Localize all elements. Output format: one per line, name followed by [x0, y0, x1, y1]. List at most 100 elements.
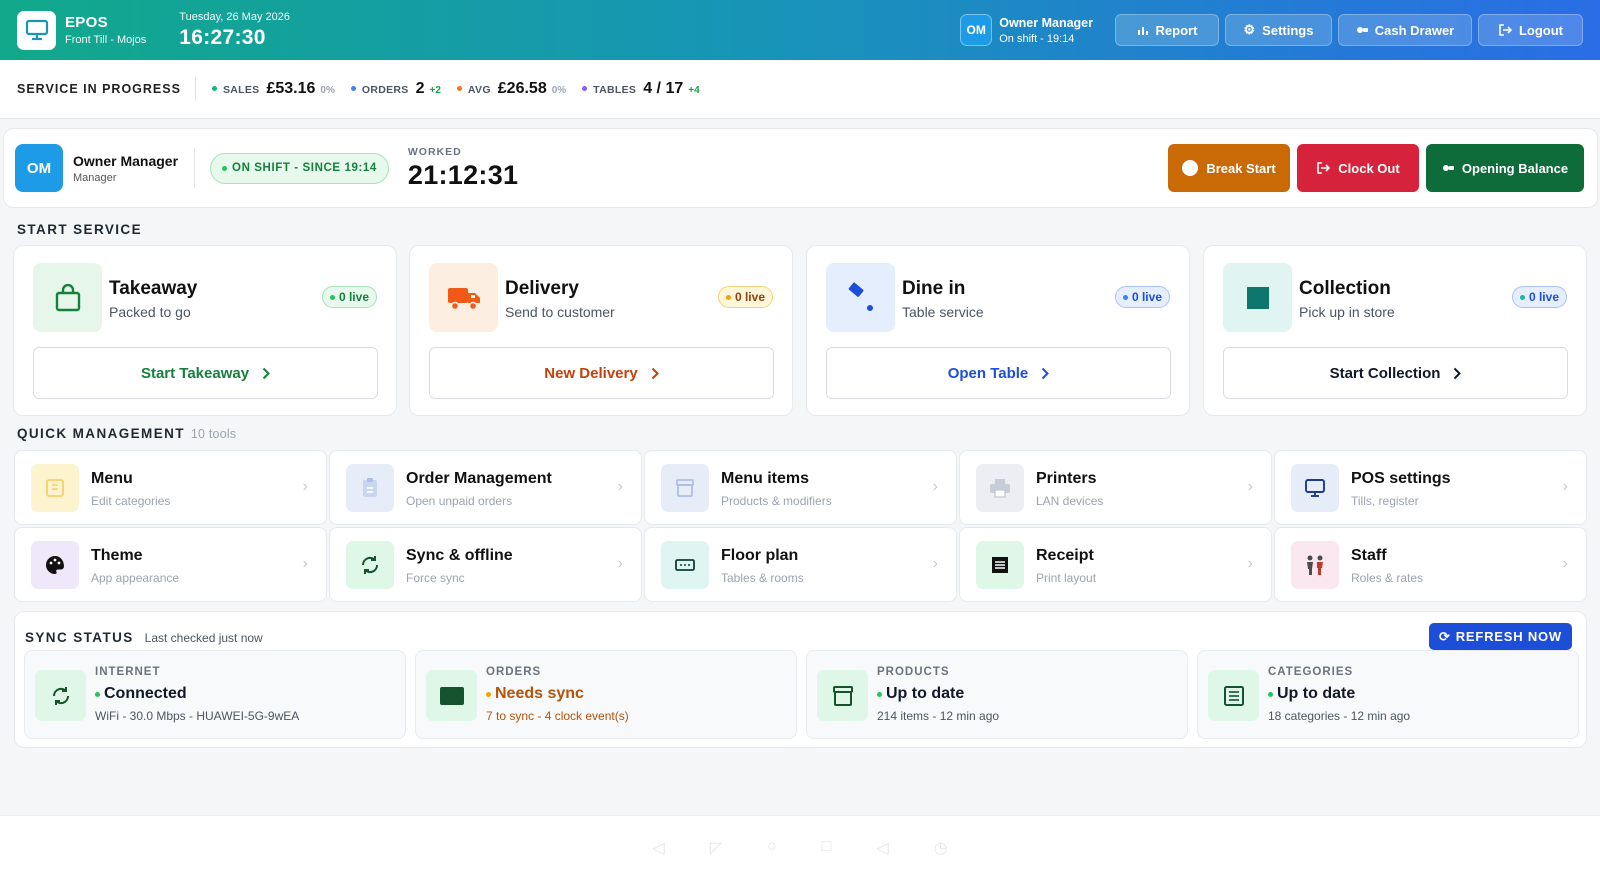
service-card-takeaway[interactable]: Takeaway Packed to go 0 live Start Takea… [13, 245, 397, 416]
opening-balance-button[interactable]: Opening Balance [1426, 144, 1584, 192]
live-dot [1519, 294, 1525, 300]
volume-up-icon[interactable]: ◁ [876, 838, 888, 858]
service-subtitle: Packed to go [109, 304, 191, 320]
recents-icon[interactable]: □ [822, 838, 832, 858]
cash-drawer-button[interactable]: Cash Drawer [1338, 14, 1472, 46]
service-card-delivery[interactable]: Delivery Send to customer 0 live New Del… [409, 245, 793, 416]
refresh-now-button[interactable]: ⟳ REFRESH NOW [1429, 623, 1572, 650]
tool-title: Order Management [406, 470, 552, 487]
sync-status-panel: SYNC STATUS Last checked just now ⟳ REFR… [14, 611, 1587, 748]
staff-icon [1291, 541, 1339, 589]
monitor-icon [1291, 464, 1339, 512]
stat-label: TABLES [593, 84, 637, 96]
service-stats: SERVICE IN PROGRESS SALES £53.16 0% ORDE… [0, 60, 1600, 119]
user-chip[interactable]: OM Owner Manager On shift - 19:14 [960, 14, 1093, 46]
home-icon[interactable]: ○ [767, 838, 777, 858]
start-takeaway-label: Start Takeaway [140, 364, 250, 382]
sync-detail: 18 categories - 12 min ago [1268, 709, 1411, 723]
start-collection-button[interactable]: Start Collection [1223, 347, 1568, 399]
tool-order-management[interactable]: Order Management Open unpaid orders › [329, 450, 642, 525]
cash-drawer-label: Cash Drawer [1374, 22, 1455, 38]
stat-label: ORDERS [361, 84, 409, 96]
logout-label: Logout [1518, 22, 1564, 38]
tool-pos-settings[interactable]: POS settings Tills, register › [1274, 450, 1587, 525]
service-subtitle: Send to customer [505, 304, 615, 320]
logout-icon [1316, 162, 1331, 174]
opening-balance-label: Opening Balance [1461, 160, 1569, 176]
report-button[interactable]: Report [1115, 14, 1219, 46]
tool-subtitle: Products & modifiers [721, 494, 832, 508]
service-subtitle: Table service [902, 304, 984, 320]
service-card-collection[interactable]: Collection Pick up in store 0 live Start… [1203, 245, 1587, 416]
sync-item-orders: ORDERS Needs sync 7 to sync - 4 clock ev… [415, 650, 797, 739]
chevron-right-icon: › [1562, 478, 1568, 495]
status-dot [1268, 691, 1273, 697]
screenshot-icon[interactable]: ◷ [934, 838, 948, 858]
stat-avg: AVG £26.58 0% [456, 80, 566, 98]
volume-down-icon[interactable]: ◁ [652, 838, 664, 858]
quick-management-label: QUICK MANAGEMENT [17, 426, 185, 441]
sync-state-text: Connected [104, 685, 187, 702]
chevron-right-icon: › [932, 555, 938, 572]
start-takeaway-button[interactable]: Start Takeaway [33, 347, 378, 399]
tool-subtitle: Force sync [406, 571, 465, 585]
monitor-icon [17, 10, 56, 50]
break-start-button[interactable]: Break Start [1168, 144, 1290, 192]
tool-subtitle: App appearance [91, 571, 180, 585]
logout-button[interactable]: Logout [1478, 14, 1583, 46]
sync-detail: 7 to sync - 4 clock event(s) [486, 709, 629, 723]
stat-sales: SALES £53.16 0% [211, 80, 335, 98]
sync-state: Needs sync [486, 685, 584, 703]
tool-title: Menu items [721, 470, 810, 487]
stat-delta: +2 [429, 85, 441, 96]
service-title: Dine in [902, 278, 966, 299]
sync-icon [35, 670, 86, 721]
store-icon [1223, 263, 1292, 332]
sync-item-products: PRODUCTS Up to date 214 items - 12 min a… [806, 650, 1188, 739]
sync-state: Up to date [877, 685, 964, 703]
tool-theme[interactable]: Theme App appearance › [14, 527, 327, 602]
tool-subtitle: LAN devices [1036, 494, 1104, 508]
tool-printers[interactable]: Printers LAN devices › [959, 450, 1272, 525]
tool-floor-plan[interactable]: Floor plan Tables & rooms › [644, 527, 957, 602]
tool-subtitle: Print layout [1036, 571, 1097, 585]
tool-menu[interactable]: Menu Edit categories › [14, 450, 327, 525]
start-collection-label: Start Collection [1329, 364, 1441, 382]
sync-detail: 214 items - 12 min ago [877, 709, 1000, 723]
service-card-dine-in[interactable]: Dine in Table service 0 live Open Table [806, 245, 1190, 416]
tool-title: Menu [91, 470, 133, 487]
service-title: Delivery [505, 278, 579, 299]
chevron-right-icon [262, 367, 270, 380]
chevron-right-icon: › [1247, 555, 1253, 572]
report-label: Report [1155, 22, 1198, 38]
sync-label: CATEGORIES [1268, 666, 1354, 678]
live-dot [725, 294, 731, 300]
tool-title: Sync & offline [406, 547, 513, 564]
live-count-badge: 0 live [321, 286, 377, 308]
status-badge: ON SHIFT - SINCE 19:14 [210, 152, 389, 184]
tool-title: POS settings [1351, 470, 1451, 487]
service-title: Collection [1299, 278, 1391, 299]
back-icon[interactable]: ◸ [710, 838, 722, 858]
chevron-right-icon [651, 367, 659, 380]
worked-time: 21:12:31 [407, 159, 519, 190]
tool-sync-offline[interactable]: Sync & offline Force sync › [329, 527, 642, 602]
live-count: 0 live [338, 290, 369, 304]
clock-out-button[interactable]: Clock Out [1297, 144, 1419, 192]
live-dot [1122, 294, 1128, 300]
settings-button[interactable]: ⚙ Settings [1225, 14, 1332, 46]
tool-menu-items[interactable]: Menu items Products & modifiers › [644, 450, 957, 525]
tool-receipt[interactable]: Receipt Print layout › [959, 527, 1272, 602]
stat-value: £53.16 [266, 80, 316, 97]
menu-book-icon [31, 464, 79, 512]
open-table-button[interactable]: Open Table [826, 347, 1171, 399]
live-count: 0 live [1528, 290, 1559, 304]
new-delivery-button[interactable]: New Delivery [429, 347, 774, 399]
break-start-label: Break Start [1206, 160, 1276, 176]
gear-icon: ⚙ [1243, 22, 1256, 37]
logout-icon [1498, 24, 1512, 36]
avatar: OM [15, 144, 63, 192]
tool-staff[interactable]: Staff Roles & rates › [1274, 527, 1587, 602]
sync-state-text: Up to date [886, 685, 965, 702]
new-delivery-label: New Delivery [544, 364, 638, 382]
